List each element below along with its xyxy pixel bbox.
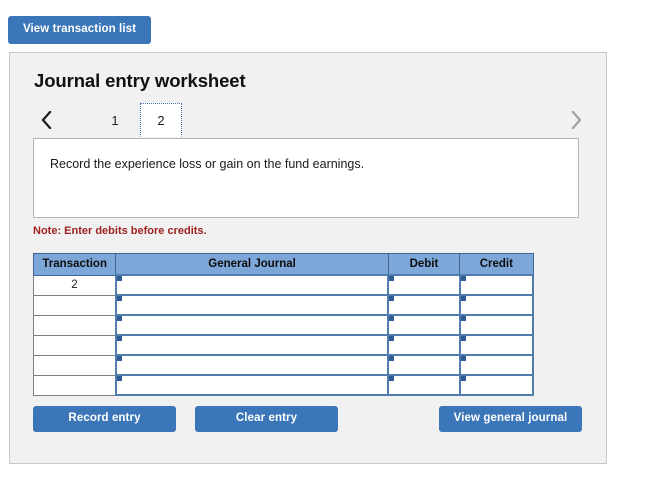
worksheet-pager: 1 2 xyxy=(32,103,588,139)
transaction-description-text: Record the experience loss or gain on th… xyxy=(50,157,364,171)
table-row xyxy=(34,295,534,315)
journal-entry-worksheet-panel: Journal entry worksheet 1 2 Record the e… xyxy=(9,52,607,464)
table-row xyxy=(34,335,534,355)
transaction-number-cell xyxy=(34,375,116,395)
column-header-debit: Debit xyxy=(388,254,459,276)
column-header-credit: Credit xyxy=(460,254,533,276)
column-header-transaction: Transaction xyxy=(34,254,116,276)
credit-input[interactable] xyxy=(460,355,533,375)
table-row xyxy=(34,315,534,335)
journal-entry-table: Transaction General Journal Debit Credit… xyxy=(33,253,534,396)
table-row xyxy=(34,355,534,375)
worksheet-tab-2[interactable]: 2 xyxy=(140,103,182,137)
worksheet-tab-1[interactable]: 1 xyxy=(94,103,136,137)
transaction-description-box: Record the experience loss or gain on th… xyxy=(33,138,579,218)
transaction-number-cell xyxy=(34,315,116,335)
credit-input[interactable] xyxy=(460,335,533,355)
debit-input[interactable] xyxy=(388,375,459,395)
debit-input[interactable] xyxy=(388,295,459,315)
general-journal-input[interactable] xyxy=(116,335,388,355)
debit-input[interactable] xyxy=(388,275,459,295)
transaction-number-cell xyxy=(34,295,116,315)
general-journal-input[interactable] xyxy=(116,315,388,335)
transaction-number-cell: 2 xyxy=(34,275,116,295)
clear-entry-button[interactable]: Clear entry xyxy=(195,406,338,432)
chevron-right-icon[interactable] xyxy=(566,105,586,135)
debits-before-credits-note: Note: Enter debits before credits. xyxy=(33,225,207,237)
debit-input[interactable] xyxy=(388,315,459,335)
general-journal-input[interactable] xyxy=(116,275,388,295)
debit-input[interactable] xyxy=(388,335,459,355)
credit-input[interactable] xyxy=(460,295,533,315)
record-entry-button[interactable]: Record entry xyxy=(33,406,176,432)
general-journal-input[interactable] xyxy=(116,375,388,395)
column-header-general-journal: General Journal xyxy=(116,254,388,276)
table-row: 2 xyxy=(34,275,534,295)
credit-input[interactable] xyxy=(460,275,533,295)
credit-input[interactable] xyxy=(460,375,533,395)
chevron-left-icon[interactable] xyxy=(36,105,56,135)
page-title: Journal entry worksheet xyxy=(34,70,246,92)
transaction-number-cell xyxy=(34,335,116,355)
credit-input[interactable] xyxy=(460,315,533,335)
general-journal-input[interactable] xyxy=(116,295,388,315)
view-transaction-list-button[interactable]: View transaction list xyxy=(8,16,151,44)
table-header-row: Transaction General Journal Debit Credit xyxy=(34,254,534,276)
general-journal-input[interactable] xyxy=(116,355,388,375)
debit-input[interactable] xyxy=(388,355,459,375)
view-general-journal-button[interactable]: View general journal xyxy=(439,406,582,432)
transaction-number-cell xyxy=(34,355,116,375)
table-row xyxy=(34,375,534,395)
